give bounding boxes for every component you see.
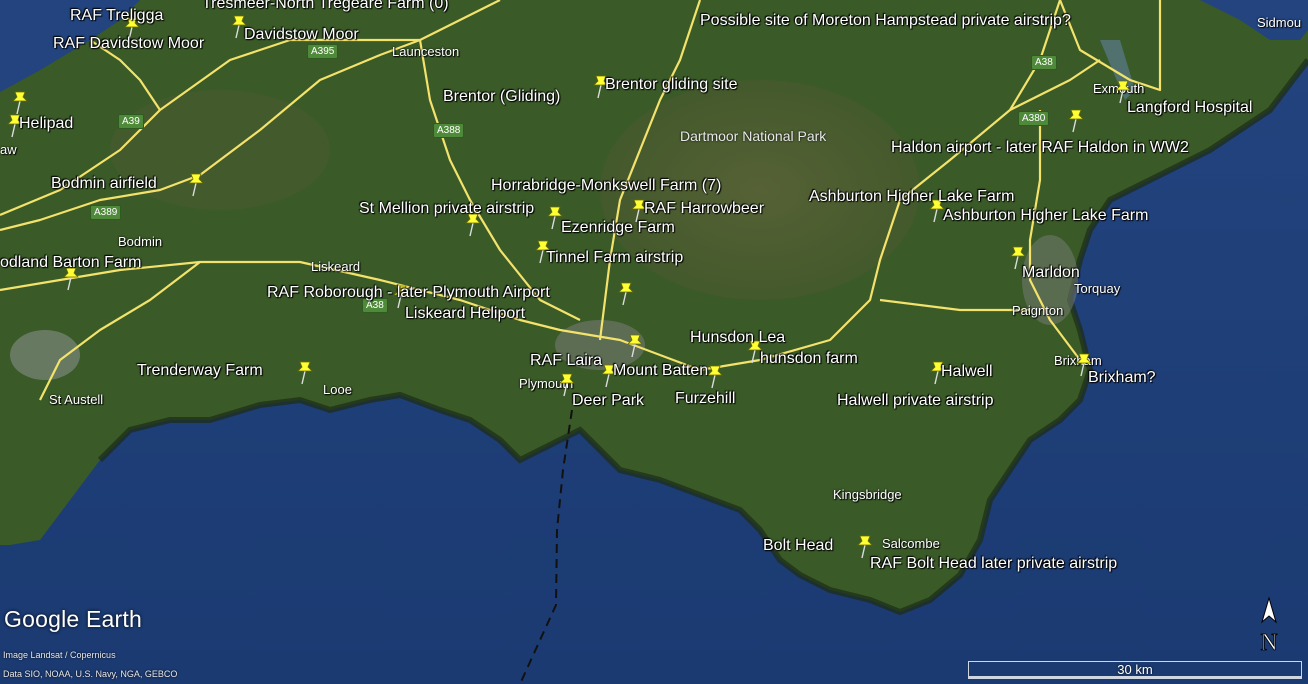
label-halwell[interactable]: Halwell — [941, 363, 993, 381]
place-st-austell: St Austell — [49, 392, 104, 407]
label-furzehill[interactable]: Furzehill — [675, 390, 735, 408]
place-launceston: Launceston — [392, 44, 460, 59]
label-raf-harrowbeer[interactable]: RAF Harrowbeer — [644, 200, 764, 218]
road-shield-a388: A388 — [433, 123, 465, 138]
dartmoor-park-label: Dartmoor National Park — [680, 128, 827, 144]
google-earth-logo: Google Earth — [4, 606, 142, 632]
pushpin-icon[interactable] — [624, 333, 646, 359]
label-halwell-private[interactable]: Halwell private airstrip — [837, 392, 994, 410]
place-bodmin: Bodmin — [118, 234, 163, 249]
road-shield-a39: A39 — [118, 114, 144, 129]
label-liskeard-heliport[interactable]: Liskeard Heliport — [405, 305, 525, 323]
place-paignton: Paignton — [1012, 303, 1064, 318]
label-trenderway[interactable]: Trenderway Farm — [137, 362, 263, 380]
label-bolt-head[interactable]: Bolt Head — [763, 537, 833, 555]
label-brixham[interactable]: Brixham? — [1088, 369, 1156, 387]
label-mount-batten[interactable]: Mount Batten — [613, 362, 708, 380]
pushpin-icon[interactable] — [185, 172, 207, 198]
label-raf-bolt-head[interactable]: RAF Bolt Head later private airstrip — [870, 555, 1117, 573]
label-dland-barton[interactable]: odland Barton Farm — [0, 254, 141, 272]
place-torquay: Torquay — [1074, 281, 1121, 296]
label-davidstow-moor[interactable]: Davidstow Moor — [244, 26, 359, 44]
road-shield-a38-east: A38 — [1031, 55, 1057, 70]
label-ezenridge[interactable]: Ezenridge Farm — [561, 219, 675, 237]
north-letter: N — [1260, 630, 1277, 656]
pushpin-icon[interactable] — [615, 281, 637, 307]
road-shield-a380: A380 — [1018, 111, 1050, 126]
label-hunsdon-lea[interactable]: Hunsdon Lea — [690, 329, 785, 347]
label-raf-treligga[interactable]: RAF Treligga — [70, 7, 163, 25]
credit-data: Data SIO, NOAA, U.S. Navy, NGA, GEBCO — [3, 669, 178, 679]
label-marldon[interactable]: Marldon — [1022, 264, 1080, 282]
label-deer-park[interactable]: Deer Park — [572, 392, 644, 410]
place-sidmouth: Sidmou — [1257, 15, 1302, 30]
label-brentor-gliding-site[interactable]: Brentor gliding site — [605, 76, 738, 94]
label-hunsdon-farm[interactable]: hunsdon farm — [760, 350, 858, 368]
place-looe: Looe — [323, 382, 352, 397]
road-shield-a395: A395 — [307, 44, 339, 59]
place-liskeard: Liskeard — [311, 259, 361, 274]
credit-imagery: Image Landsat / Copernicus — [3, 650, 116, 660]
st-austell-urban — [10, 330, 80, 380]
pushpin-icon[interactable] — [294, 360, 316, 386]
label-raf-laira[interactable]: RAF Laira — [530, 352, 602, 370]
label-ashburton-2[interactable]: Ashburton Higher Lake Farm — [943, 207, 1148, 225]
label-ashburton-1[interactable]: Ashburton Higher Lake Farm — [809, 188, 1014, 206]
label-helipad[interactable]: Helipad — [19, 115, 73, 133]
place-kingsbridge: Kingsbridge — [833, 487, 902, 502]
label-tinnel[interactable]: Tinnel Farm airstrip — [546, 249, 683, 267]
pushpin-icon[interactable] — [1065, 108, 1087, 134]
place-law: aw — [0, 142, 17, 157]
scale-label: 30 km — [1117, 662, 1153, 677]
label-haldon[interactable]: Haldon airport - later RAF Haldon in WW2 — [891, 139, 1189, 157]
north-arrow-icon[interactable]: N — [1254, 596, 1284, 656]
place-salcombe: Salcombe — [882, 536, 940, 551]
label-st-mellion[interactable]: St Mellion private airstrip — [359, 200, 534, 218]
road-shield-a389: A389 — [90, 205, 122, 220]
label-brentor-gliding[interactable]: Brentor (Gliding) — [443, 88, 560, 106]
label-bodmin-airfield[interactable]: Bodmin airfield — [51, 175, 157, 193]
label-raf-roborough[interactable]: RAF Roborough - later Plymouth Airport — [267, 284, 550, 302]
label-horrabridge[interactable]: Horrabridge-Monkswell Farm (7) — [491, 177, 721, 195]
label-raf-davidstow-moor[interactable]: RAF Davidstow Moor — [53, 35, 204, 53]
label-langford[interactable]: Langford Hospital — [1127, 99, 1252, 117]
label-tresmeer[interactable]: Tresmeer-North Tregeare Farm (0) — [202, 0, 449, 13]
label-moreton[interactable]: Possible site of Moreton Hampstead priva… — [700, 12, 1071, 30]
